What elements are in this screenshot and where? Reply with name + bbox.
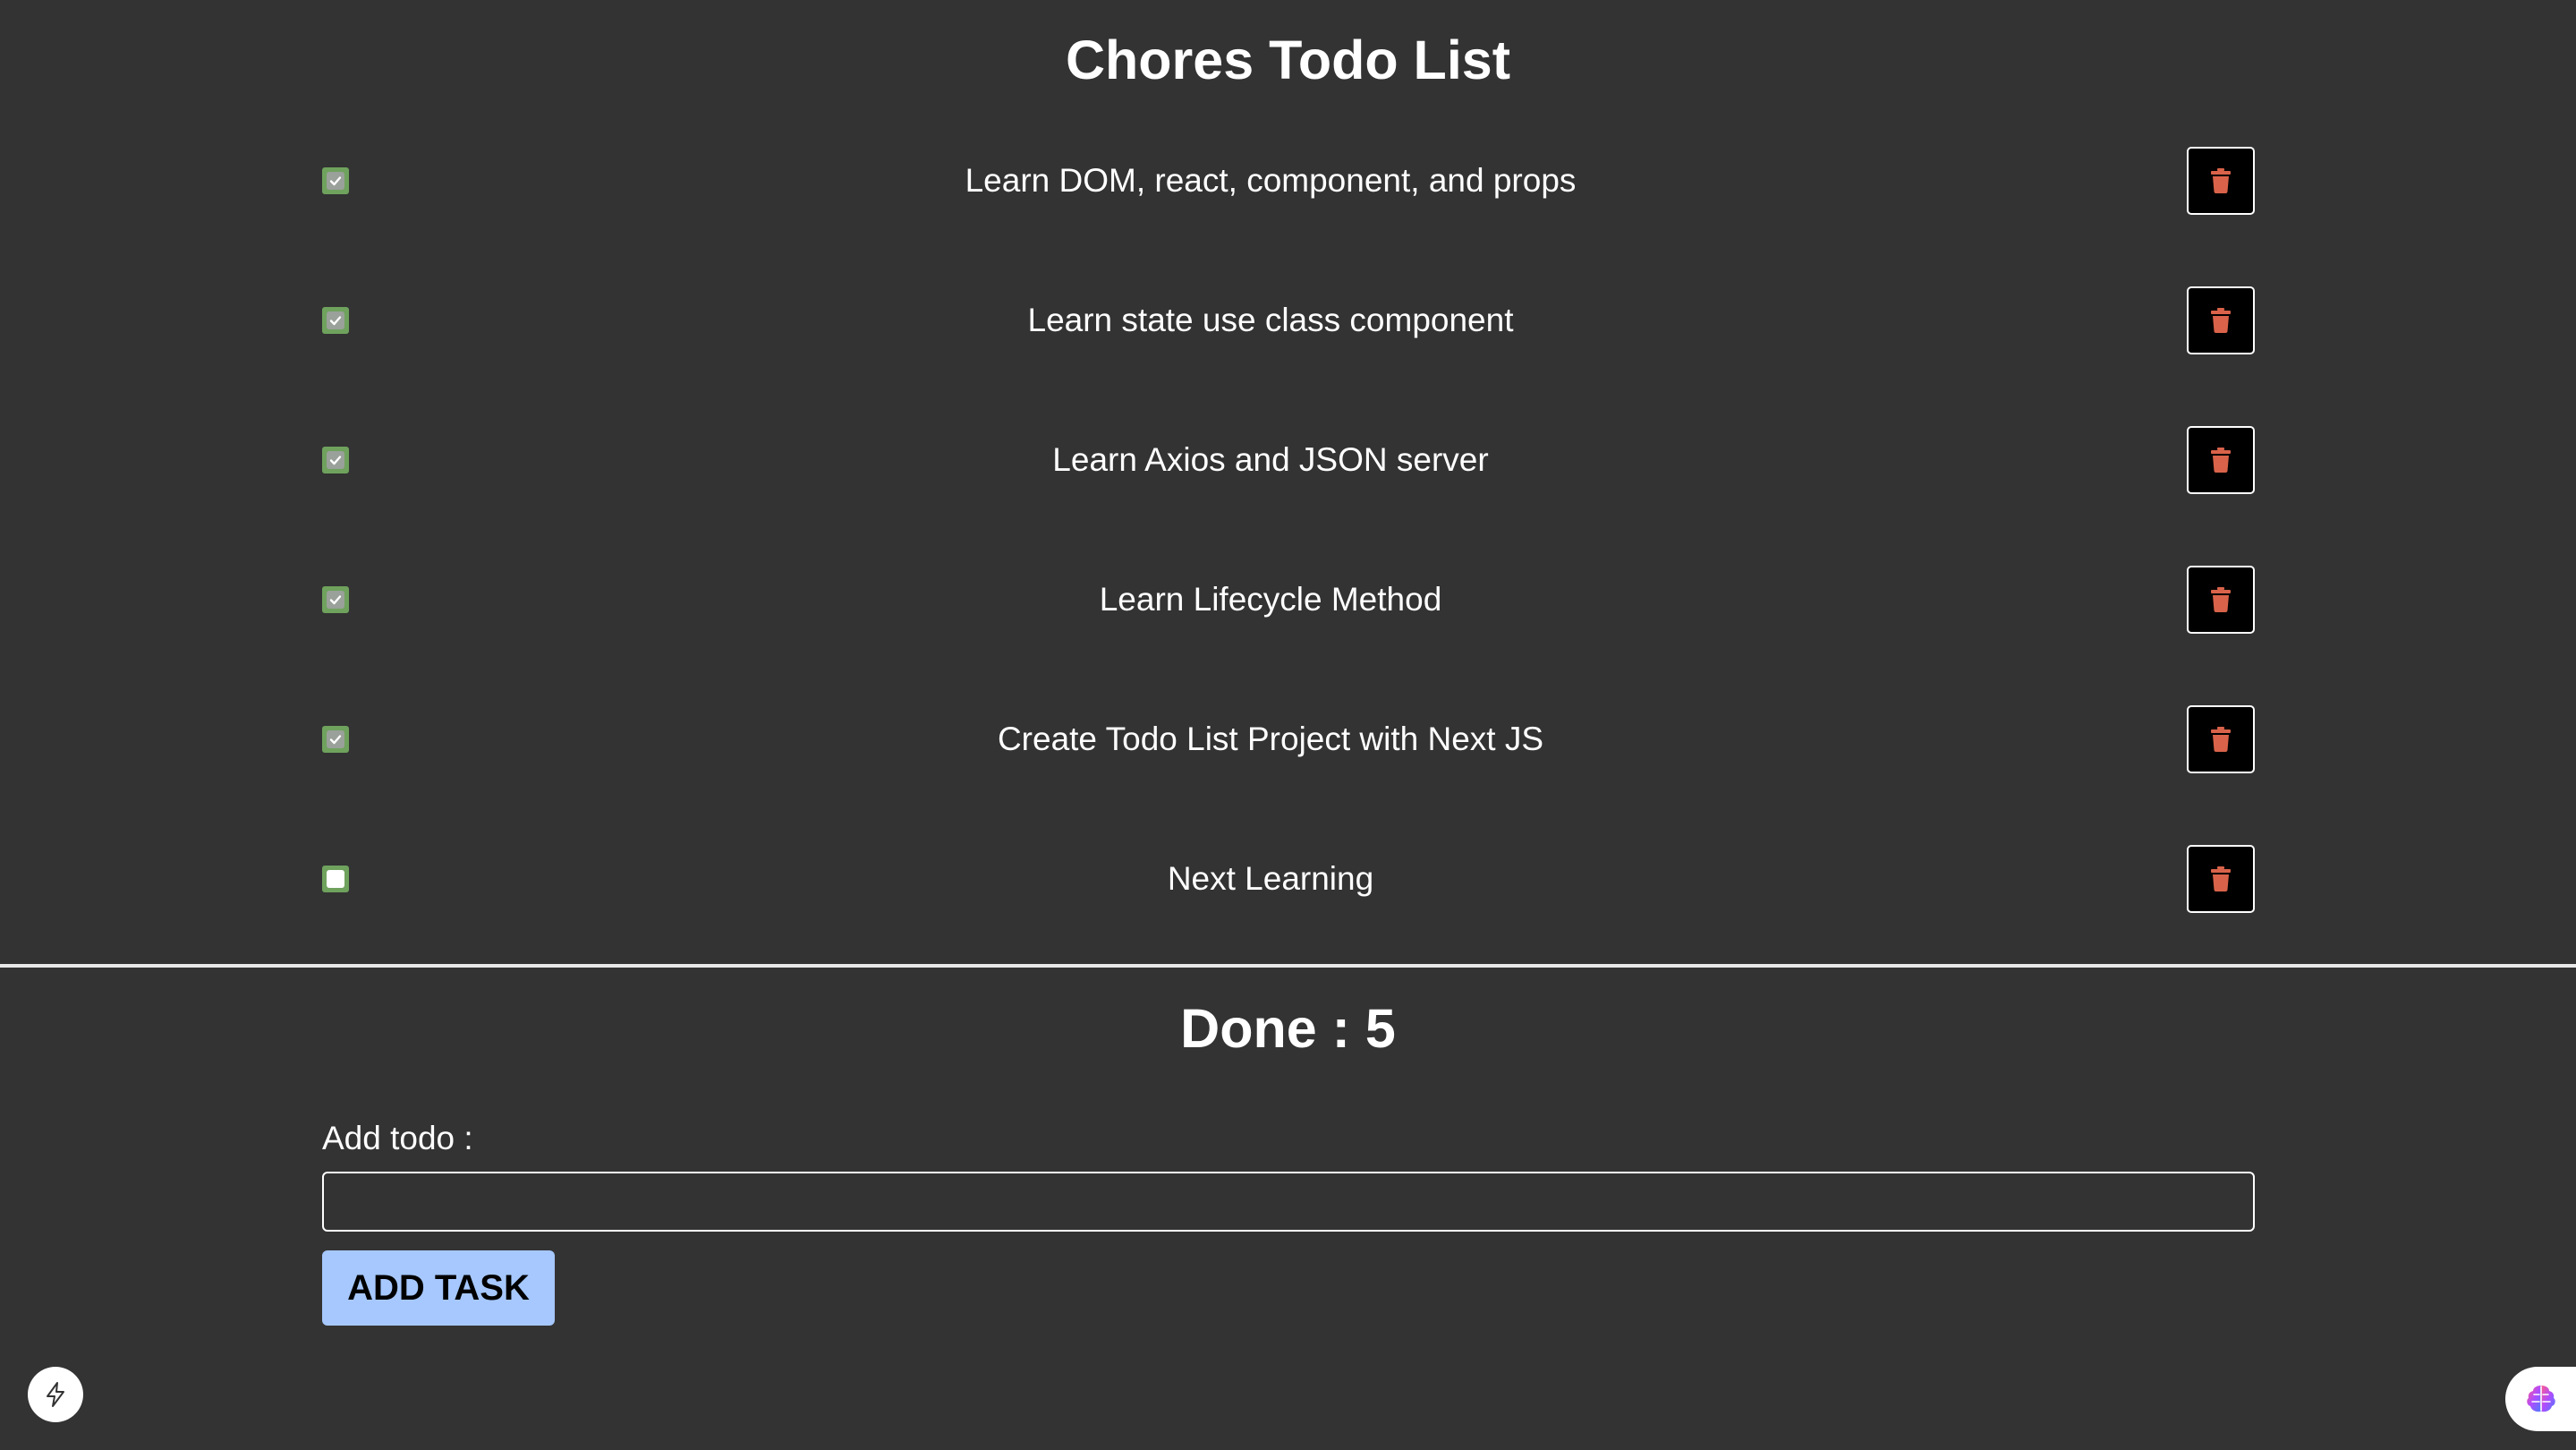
delete-button[interactable]: [2187, 426, 2255, 494]
todo-text: Next Learning: [1167, 860, 1374, 897]
trash-icon: [2211, 866, 2231, 891]
delete-button[interactable]: [2187, 845, 2255, 913]
delete-button[interactable]: [2187, 566, 2255, 634]
trash-icon: [2211, 308, 2231, 333]
todo-text: Learn Lifecycle Method: [1099, 581, 1442, 618]
todo-item: Learn Axios and JSON server: [322, 426, 2255, 494]
trash-icon: [2211, 448, 2231, 473]
page-title: Chores Todo List: [1065, 30, 1511, 90]
divider: [0, 964, 2576, 968]
todo-text: Learn DOM, react, component, and props: [965, 162, 1577, 199]
todo-item: Create Todo List Project with Next JS: [322, 705, 2255, 773]
trash-icon: [2211, 727, 2231, 752]
add-task-button[interactable]: ADD TASK: [322, 1250, 555, 1326]
todo-item: Next Learning: [322, 845, 2255, 913]
lightning-button[interactable]: [28, 1367, 83, 1422]
todo-list: Learn DOM, react, component, and props L…: [322, 147, 2255, 985]
brain-button[interactable]: [2505, 1367, 2576, 1431]
add-todo-input[interactable]: [322, 1172, 2255, 1232]
add-todo-label: Add todo :: [322, 1120, 473, 1156]
delete-button[interactable]: [2187, 147, 2255, 215]
todo-text: Learn state use class component: [1027, 302, 1514, 338]
brain-icon: [2527, 1386, 2555, 1412]
todo-item: Learn Lifecycle Method: [322, 566, 2255, 634]
todo-item: Learn state use class component: [322, 286, 2255, 354]
todo-item: Learn DOM, react, component, and props: [322, 147, 2255, 215]
todo-text: Learn Axios and JSON server: [1052, 441, 1489, 478]
lightning-bolt-icon: [47, 1382, 64, 1407]
done-count: Done : 5: [1180, 998, 1396, 1059]
todo-app: Chores Todo List Learn DOM, react, compo…: [0, 0, 2576, 1450]
todo-text: Create Todo List Project with Next JS: [997, 721, 1544, 757]
trash-icon: [2211, 168, 2231, 193]
delete-button[interactable]: [2187, 286, 2255, 354]
trash-icon: [2211, 587, 2231, 612]
delete-button[interactable]: [2187, 705, 2255, 773]
